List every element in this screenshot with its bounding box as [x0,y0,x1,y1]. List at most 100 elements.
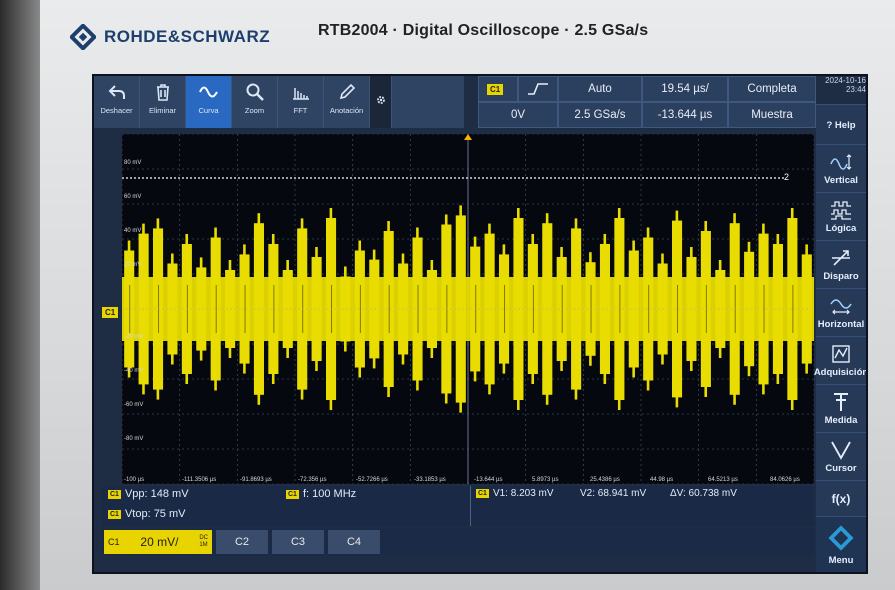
trigger-label: Disparo [823,271,859,282]
fft-icon [292,88,309,100]
cursor-v2: V2: 68.941 mV [580,488,647,499]
measure-channel-tag: C1 [476,489,489,498]
channel-offset-marker[interactable]: C1 [102,302,119,320]
x-tick-label: 44.98 µs [650,477,674,483]
waveform-texture [677,285,679,333]
trigger-mode[interactable]: Auto [558,76,642,102]
cursor-marker-label: 2 [784,172,790,182]
acquisition-label: Adquisición [813,367,868,378]
magnifier-icon [246,83,264,101]
help-button[interactable]: ? Help [816,104,866,145]
brand-logo: ROHDE&SCHWARZ [70,24,270,50]
x-tick-label: -100 µs [124,477,145,483]
background-shadow [0,0,40,590]
timebase[interactable]: 19.54 µs/ [642,76,728,102]
curve-button[interactable]: Curva [186,76,232,128]
menu-logo-icon [828,525,854,551]
menu-button[interactable]: Menu [816,516,866,572]
waveform-display[interactable] [122,134,814,484]
cursor-delta-v: ΔV: 60.738 mV [670,488,737,499]
impedance-label: 1M [199,542,208,548]
annotation-label: Anotación [329,106,364,115]
trigger-icon [832,250,850,266]
x-tick-label: -13.644 µs [474,477,503,483]
rohde-schwarz-logo-icon [70,24,96,50]
acquisition-mode[interactable]: Completa [728,76,816,102]
model-line: RTB2004 · Digital Oscilloscope · 2.5 GSa… [318,22,649,39]
trigger-position-marker [464,134,472,140]
trigger-offset[interactable]: -13.644 µs [642,102,728,128]
waveform-svg [122,134,814,484]
cursor-button[interactable]: Cursor [816,432,866,481]
settings-button[interactable] [370,76,392,128]
y-tick-label: -20 mV [124,334,144,340]
channel-2-button[interactable]: C2 [216,530,268,554]
cursor-label: Cursor [825,463,857,474]
channel-4-button[interactable]: C4 [328,530,380,554]
waveform-texture [648,285,650,333]
waveform-texture [504,285,506,333]
date: 2024-10-16 [825,76,866,85]
channel-1-scale[interactable]: C1 20 mV/ DC 1M [104,530,212,554]
measure-label: Medida [824,415,858,426]
coupling-label: DC [199,535,208,541]
undo-button[interactable]: Deshacer [94,76,140,128]
status-bar: C1 0V Auto 2.5 GSa/s 19.54 µs/ -13.644 µ… [478,76,816,128]
trash-icon [156,84,169,101]
y-tick-label: -80 mV [124,436,144,442]
trigger-button[interactable]: Disparo [816,240,866,289]
trigger-slope[interactable] [518,76,558,102]
math-button[interactable]: f(x) [816,480,866,517]
fx-label: f(x) [831,492,851,506]
sample-rate[interactable]: 2.5 GSa/s [558,102,642,128]
vtop-measurement[interactable]: C1 Vtop: 75 mV [108,508,186,520]
annotation-button[interactable]: Anotación [324,76,370,128]
waveform-spike [747,241,751,377]
zoom-button[interactable]: Zoom [232,76,278,128]
trigger-source[interactable]: C1 [478,76,518,102]
vertical-icon [830,154,852,170]
menu-label: Menu [828,555,854,566]
x-tick-label: 84.0626 µs [770,477,800,483]
logic-icon [831,201,851,220]
vertical-label: Vertical [824,175,858,186]
gear-icon [376,96,385,104]
frequency-value: f: 100 MHz [302,488,357,500]
channel-1-label: C1 [108,537,120,547]
brand-name: ROHDE&SCHWARZ [104,27,271,46]
fft-label: FFT [293,106,308,115]
vpp-value: Vpp: 148 mV [124,488,189,500]
frequency-measurement[interactable]: C1 f: 100 MHz [286,488,356,500]
waveform-icon [198,86,218,98]
acquisition-type[interactable]: Muestra [728,102,816,128]
measure-icon [834,393,848,411]
waveform-texture [244,285,246,333]
cursor-icon [831,441,851,460]
horizontal-button[interactable]: Horizontal [816,288,866,337]
time: 23:44 [845,85,866,94]
measure-channel-tag: C1 [108,509,121,519]
x-tick-label: -72.356 µs [298,477,327,483]
y-tick-label: 40 mV [124,228,142,234]
trigger-level[interactable]: 0V [478,102,558,128]
date-time: 2024-10-16 23:44 [818,76,866,102]
acquisition-button[interactable]: Adquisición [813,336,868,385]
scope-screen: Deshacer Eliminar Curva Zoom FFT Anotaci… [92,74,868,574]
help-label: ? Help [826,119,856,131]
cursor-v1[interactable]: C1 V1: 8.203 mV [476,488,554,499]
delete-label: Eliminar [148,106,177,115]
logic-button[interactable]: Lógica [816,192,866,241]
measure-button[interactable]: Medida [816,384,866,433]
y-tick-label: 80 mV [124,160,142,166]
x-tick-label: -91.8693 µs [240,477,272,483]
delete-button[interactable]: Eliminar [140,76,186,128]
rising-edge-icon [528,83,548,95]
channel-3-button[interactable]: C3 [272,530,324,554]
measure-channel-tag: C1 [108,489,121,499]
x-tick-label: -111.3506 µs [182,477,217,483]
vertical-button[interactable]: Vertical [816,144,866,193]
fft-button[interactable]: FFT [278,76,324,128]
y-tick-label: 60 mV [124,194,142,200]
vpp-measurement[interactable]: C1 Vpp: 148 mV [108,488,189,500]
toolbar: Deshacer Eliminar Curva Zoom FFT Anotaci… [94,76,464,128]
